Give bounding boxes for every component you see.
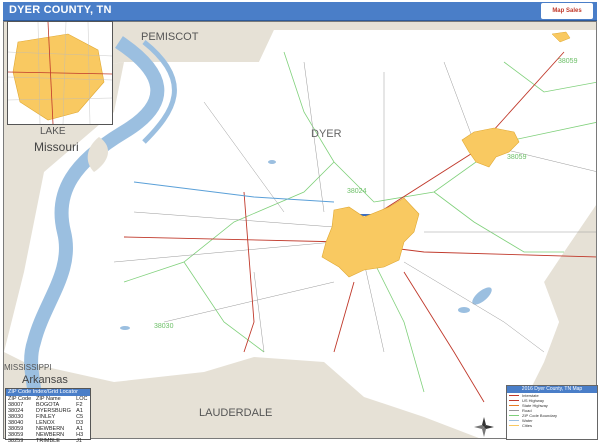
table-cell: TRIMBLE [36,438,60,444]
inset-map [7,21,113,125]
lake [120,326,130,330]
zip-table: ZIP Code ZIP Name LOC 38007 BOGOTA F2 38024 DY… [6,396,90,444]
table-cell: 38259 [8,438,24,444]
zip-label: 38024 [347,188,367,195]
lake [458,307,470,313]
zip-label: 38030 [154,323,174,330]
legend-label: Cities [522,423,533,428]
map-title: DYER COUNTY, TN [9,4,112,16]
label-mississippi: MISSISSIPPI [4,363,52,372]
legend-item: Cities [507,423,597,428]
label-lauderdale: LAUDERDALE [199,407,272,419]
title-bar: DYER COUNTY, TN Map Sales [3,2,597,21]
map-legend: 2016 Dyer County, TN Map Interstate US Hi… [506,385,598,440]
lake [268,160,276,164]
legend-swatch [509,410,519,411]
brand-logo: Map Sales [541,3,593,19]
legend-swatch [509,400,519,401]
label-lake: LAKE [40,126,66,137]
legend-swatch [509,405,519,406]
legend-swatch [509,415,519,416]
legend-swatch [509,425,519,426]
map-frame: DYER COUNTY, TN Map Sales PEMISCOT LAKE … [0,0,600,444]
label-missouri: Missouri [34,140,79,154]
legend-swatch [509,395,519,396]
zip-label: 38059 [507,154,527,161]
zip-table-header: ZIP Code Index/Grid Locator [6,389,90,396]
zip-label: 38059 [558,58,578,65]
zip-index-table: ZIP Code Index/Grid Locator ZIP Code ZIP … [5,388,91,444]
compass-rose [474,417,494,437]
legend-title: 2016 Dyer County, TN Map [507,386,597,393]
label-dyer: DYER [311,128,342,140]
legend-swatch [509,420,519,421]
label-arkansas: Arkansas [22,374,68,386]
label-pemiscot: PEMISCOT [141,31,199,43]
table-row: 38259 TRIMBLE J1 [6,438,90,444]
table-cell: J1 [76,438,82,444]
